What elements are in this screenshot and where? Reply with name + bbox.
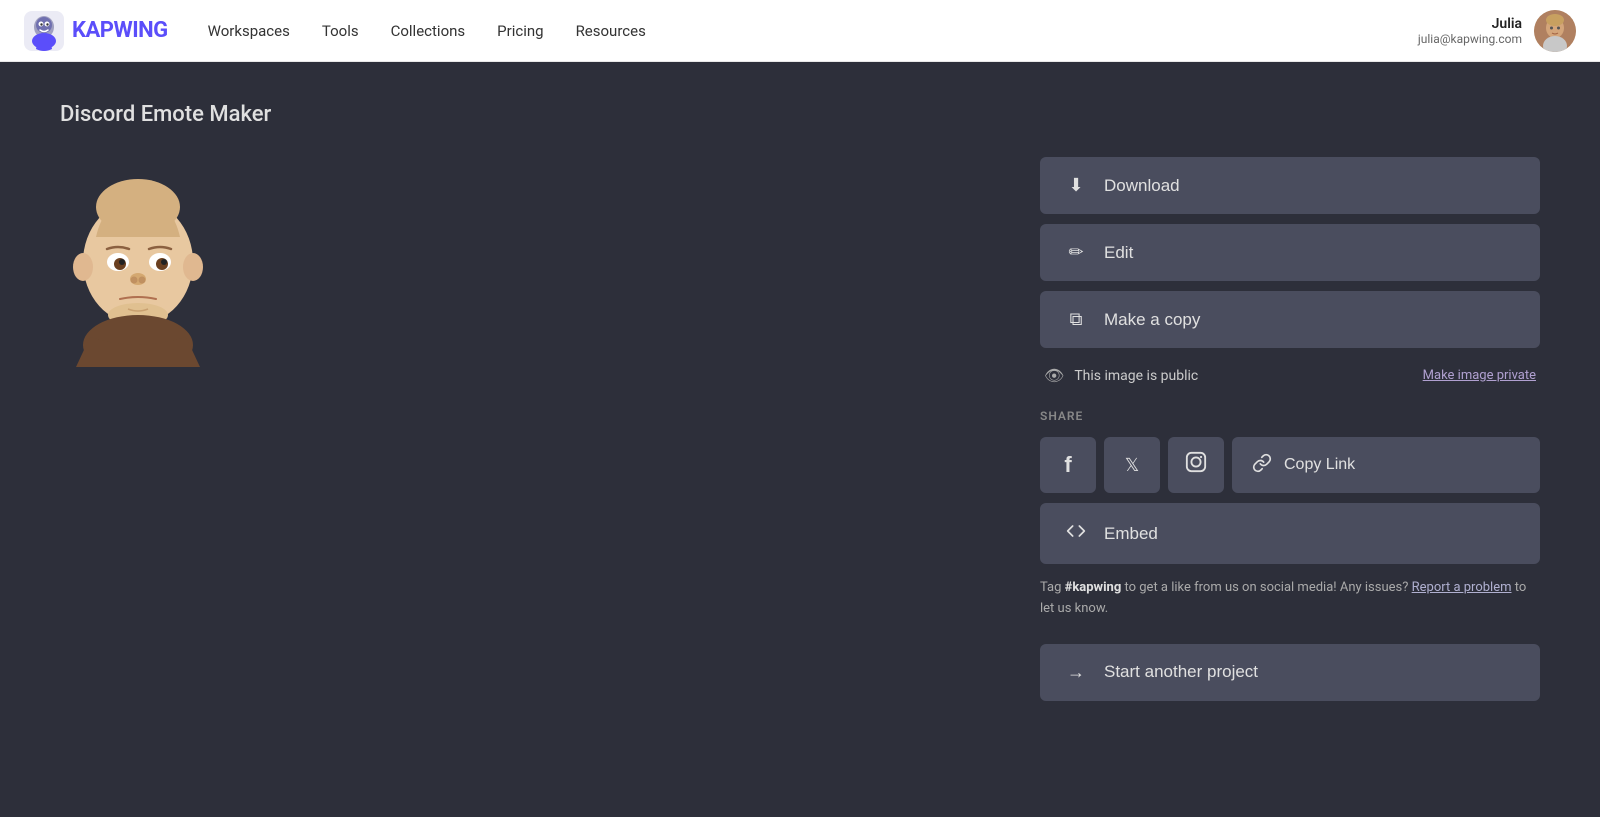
start-project-label: Start another project — [1104, 662, 1258, 682]
copy-link-label: Copy Link — [1284, 456, 1355, 474]
instagram-share-button[interactable] — [1168, 437, 1224, 493]
content-area: ⬇ Download ✏ Edit ⧉ Make a copy 👁 This i… — [60, 157, 1540, 701]
logo-icon — [24, 11, 64, 51]
nav-item-tools[interactable]: Tools — [322, 22, 359, 40]
public-status-row: 👁 This image is public Make image privat… — [1040, 358, 1540, 393]
nav-item-collections[interactable]: Collections — [391, 22, 466, 40]
make-copy-button[interactable]: ⧉ Make a copy — [1040, 291, 1540, 348]
public-status-text: This image is public — [1074, 368, 1198, 384]
twitter-share-button[interactable]: 𝕏 — [1104, 437, 1160, 493]
user-name: Julia — [1418, 16, 1522, 32]
facebook-icon: f — [1064, 452, 1071, 478]
nav-item-resources[interactable]: Resources — [576, 22, 646, 40]
edit-icon: ✏ — [1064, 242, 1088, 263]
facebook-share-button[interactable]: f — [1040, 437, 1096, 493]
arrow-right-icon: → — [1064, 662, 1088, 683]
image-panel — [60, 157, 980, 367]
start-another-project-button[interactable]: → Start another project — [1040, 644, 1540, 701]
avatar-image — [1534, 10, 1576, 52]
nav: Workspaces Tools Collections Pricing Res… — [208, 22, 1418, 40]
tag-hashtag: #kapwing — [1065, 580, 1122, 595]
logo-text: KAPWING — [72, 18, 168, 43]
user-info: Julia julia@kapwing.com — [1418, 16, 1522, 46]
main-content: Discord Emote Maker — [0, 62, 1600, 741]
download-label: Download — [1104, 176, 1180, 196]
edit-button[interactable]: ✏ Edit — [1040, 224, 1540, 281]
eye-icon: 👁 — [1044, 366, 1064, 385]
link-icon — [1252, 453, 1272, 478]
tag-prefix: Tag — [1040, 580, 1065, 595]
emote-preview — [60, 167, 220, 367]
header: KAPWING Workspaces Tools Collections Pri… — [0, 0, 1600, 62]
baby-svg — [60, 167, 220, 367]
share-row: f 𝕏 — [1040, 437, 1540, 493]
edit-label: Edit — [1104, 243, 1133, 263]
embed-label: Embed — [1104, 524, 1158, 544]
page-title: Discord Emote Maker — [60, 102, 1540, 127]
instagram-icon — [1185, 451, 1207, 479]
copy-icon: ⧉ — [1064, 309, 1088, 330]
tag-middle: to get a like from us on social media! A… — [1121, 580, 1411, 595]
user-area: Julia julia@kapwing.com — [1418, 10, 1576, 52]
download-button[interactable]: ⬇ Download — [1040, 157, 1540, 214]
tag-text: Tag #kapwing to get a like from us on so… — [1040, 574, 1540, 624]
download-icon: ⬇ — [1064, 175, 1088, 196]
user-email: julia@kapwing.com — [1418, 32, 1522, 46]
make-copy-label: Make a copy — [1104, 310, 1200, 330]
avatar[interactable] — [1534, 10, 1576, 52]
share-label: SHARE — [1040, 409, 1540, 423]
make-private-link[interactable]: Make image private — [1423, 368, 1536, 383]
public-left: 👁 This image is public — [1044, 366, 1198, 385]
nav-item-pricing[interactable]: Pricing — [497, 22, 543, 40]
nav-item-workspaces[interactable]: Workspaces — [208, 22, 290, 40]
report-problem-link[interactable]: Report a problem — [1412, 580, 1512, 595]
logo-link[interactable]: KAPWING — [24, 11, 168, 51]
embed-icon — [1064, 521, 1088, 546]
copy-link-button[interactable]: Copy Link — [1232, 437, 1540, 493]
actions-panel: ⬇ Download ✏ Edit ⧉ Make a copy 👁 This i… — [1040, 157, 1540, 701]
embed-button[interactable]: Embed — [1040, 503, 1540, 564]
twitter-icon: 𝕏 — [1125, 455, 1140, 476]
